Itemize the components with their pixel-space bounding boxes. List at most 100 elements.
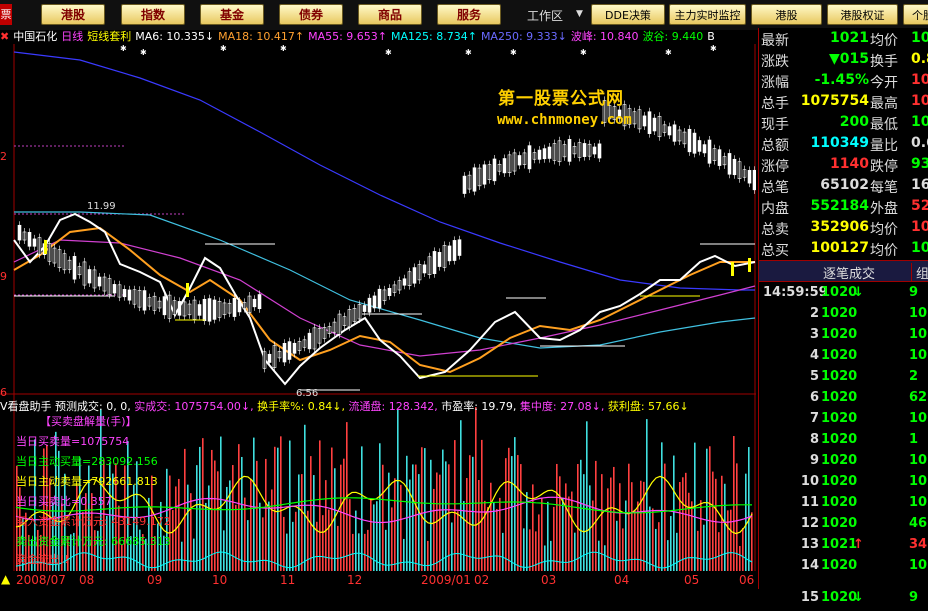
quote-value: 101 bbox=[911, 114, 928, 130]
volume-bar bbox=[412, 464, 414, 571]
tick-price: 1020 bbox=[821, 590, 858, 605]
volume-bar bbox=[232, 465, 234, 571]
yellow-candle bbox=[731, 262, 734, 276]
volume-bar bbox=[598, 540, 600, 571]
volume-bar bbox=[559, 476, 561, 571]
tick-row[interactable]: 6 1020 62 bbox=[759, 390, 928, 411]
volume-subtitle: 【买卖盘解量(手)】 bbox=[40, 415, 137, 428]
quote-row: 总卖 352906均价 105 bbox=[761, 219, 928, 240]
volume-bar bbox=[541, 497, 543, 571]
volume-bar bbox=[730, 509, 732, 571]
volume-bar bbox=[427, 540, 429, 571]
tick-row[interactable]: 2 1020 10 bbox=[759, 306, 928, 327]
period-label[interactable]: 日线 bbox=[61, 30, 83, 43]
volume-bar bbox=[475, 407, 477, 571]
tick-volume: 10 bbox=[909, 306, 928, 321]
watermark-title: 第一股票公式网 bbox=[498, 89, 624, 109]
tick-header-right[interactable]: 组 bbox=[911, 263, 928, 282]
tick-row[interactable]: 13 1021 ↑ 34 bbox=[759, 537, 928, 558]
quote-label: 总卖 bbox=[761, 222, 789, 238]
toolbar-button-bond[interactable]: 债券 bbox=[279, 4, 343, 25]
tick-row[interactable]: 11 1020 10 bbox=[759, 495, 928, 516]
close-icon[interactable]: ✖ bbox=[0, 30, 9, 43]
volume-bar bbox=[400, 484, 402, 571]
toolbar-button-hk[interactable]: 港股 bbox=[41, 4, 105, 25]
volume-bar bbox=[574, 532, 576, 571]
tick-index: 5 bbox=[809, 369, 819, 384]
quote-label: 量比 bbox=[870, 138, 898, 154]
volume-bar bbox=[280, 436, 282, 571]
tick-row[interactable]: 4 1020 10 bbox=[759, 348, 928, 369]
volume-bar bbox=[196, 465, 198, 571]
tick-row[interactable]: 3 1020 10 bbox=[759, 327, 928, 348]
tick-volume: 9 bbox=[909, 590, 919, 605]
toolbar-button-service[interactable]: 服务 bbox=[437, 4, 501, 25]
marker-star: ✱ bbox=[465, 48, 472, 57]
volume-bar bbox=[520, 464, 522, 571]
volume-bar bbox=[496, 508, 498, 571]
volume-bar bbox=[190, 493, 192, 571]
tick-price: 1020 bbox=[821, 558, 858, 573]
indicator-line-0: 当日买卖量=1075754 bbox=[16, 435, 130, 448]
tick-header-title[interactable]: 逐笔成交 bbox=[823, 263, 875, 282]
forecast-label: 预测成交: 0, 0, bbox=[55, 400, 131, 413]
quote-label: 涨幅 bbox=[761, 75, 789, 91]
volume-bar bbox=[370, 498, 372, 571]
quote-label: 总手 bbox=[761, 96, 789, 112]
tick-volume: 10 bbox=[909, 474, 928, 489]
tick-row[interactable]: 9 1020 10 bbox=[759, 453, 928, 474]
tick-price: 1020 bbox=[821, 474, 858, 489]
volume-bar bbox=[193, 538, 195, 571]
stock-tab[interactable]: 票 bbox=[0, 4, 12, 25]
volume-bar bbox=[379, 443, 381, 571]
quote-row: 内盘 552184外盘 52357 bbox=[761, 198, 928, 219]
marker-star: ✱ bbox=[120, 44, 127, 53]
kline-chart[interactable]: ✱ ✱ ✱ ✱ ✱ ✱ ✱ ✱ ✱ ✱ bbox=[0, 44, 756, 590]
tick-index: 8 bbox=[809, 432, 819, 447]
workspace-dropdown-icon[interactable]: ▼ bbox=[576, 9, 583, 19]
yellow-candle bbox=[748, 258, 751, 272]
tick-row[interactable]: 10 1020 10 bbox=[759, 474, 928, 495]
volume-bar bbox=[478, 480, 480, 571]
tick-row[interactable]: 8 1020 1 bbox=[759, 432, 928, 453]
volume-bar bbox=[571, 491, 573, 571]
volume-bar bbox=[652, 508, 654, 571]
volume-bar bbox=[628, 463, 630, 571]
volume-bar bbox=[568, 496, 570, 571]
tick-price: 1020 bbox=[821, 390, 858, 405]
scroll-left-icon[interactable]: ▲ bbox=[1, 572, 10, 586]
tick-row[interactable]: 15 1020 ↓ 9 bbox=[759, 590, 928, 611]
toolbar-button-commodity[interactable]: 商品 bbox=[358, 4, 422, 25]
tick-row[interactable]: 5 1020 2 bbox=[759, 369, 928, 390]
quote-row: 现手 200最低 101 bbox=[761, 114, 928, 135]
toolbar-button-fund[interactable]: 基金 bbox=[200, 4, 264, 25]
tick-row[interactable]: 14:59:59 1020 ↓ 9 bbox=[759, 285, 928, 306]
toolbar-button-dde[interactable]: DDE决策 bbox=[591, 4, 665, 25]
volume-bar bbox=[610, 477, 612, 571]
volume-bar bbox=[253, 437, 255, 571]
tick-row[interactable]: 7 1020 10 bbox=[759, 411, 928, 432]
ma250-value: MA250: 9.333↓ bbox=[480, 30, 567, 43]
volume-bar bbox=[655, 528, 657, 571]
volume-bar bbox=[718, 532, 720, 571]
toolbar-button-hk-warrant[interactable]: 港股权证 bbox=[827, 4, 898, 25]
toolbar-button-monitor[interactable]: 主力实时监控 bbox=[669, 4, 746, 25]
volume-bar bbox=[727, 510, 729, 571]
y-axis-label: 9 bbox=[0, 270, 7, 283]
quote-row: 最新 1021均价 102 bbox=[761, 30, 928, 51]
tick-row[interactable]: 14 1020 10 bbox=[759, 558, 928, 579]
volume-bar bbox=[250, 478, 252, 571]
infoline-tail: B bbox=[707, 30, 715, 43]
volume-bar bbox=[490, 482, 492, 571]
toolbar-button-stock[interactable]: 个股 bbox=[903, 4, 928, 25]
volume-bar bbox=[487, 507, 489, 571]
tick-volume: 10 bbox=[909, 348, 928, 363]
toolbar-button-hk-stock[interactable]: 港股 bbox=[751, 4, 822, 25]
volume-bar bbox=[622, 528, 624, 571]
volume-bar bbox=[316, 521, 318, 571]
workspace-label[interactable]: 工作区 bbox=[527, 7, 563, 24]
tick-row[interactable]: 12 1020 46 bbox=[759, 516, 928, 537]
toolbar-button-index[interactable]: 指数 bbox=[121, 4, 185, 25]
marker-star: ✱ bbox=[385, 48, 392, 57]
volume-bar bbox=[439, 474, 441, 571]
